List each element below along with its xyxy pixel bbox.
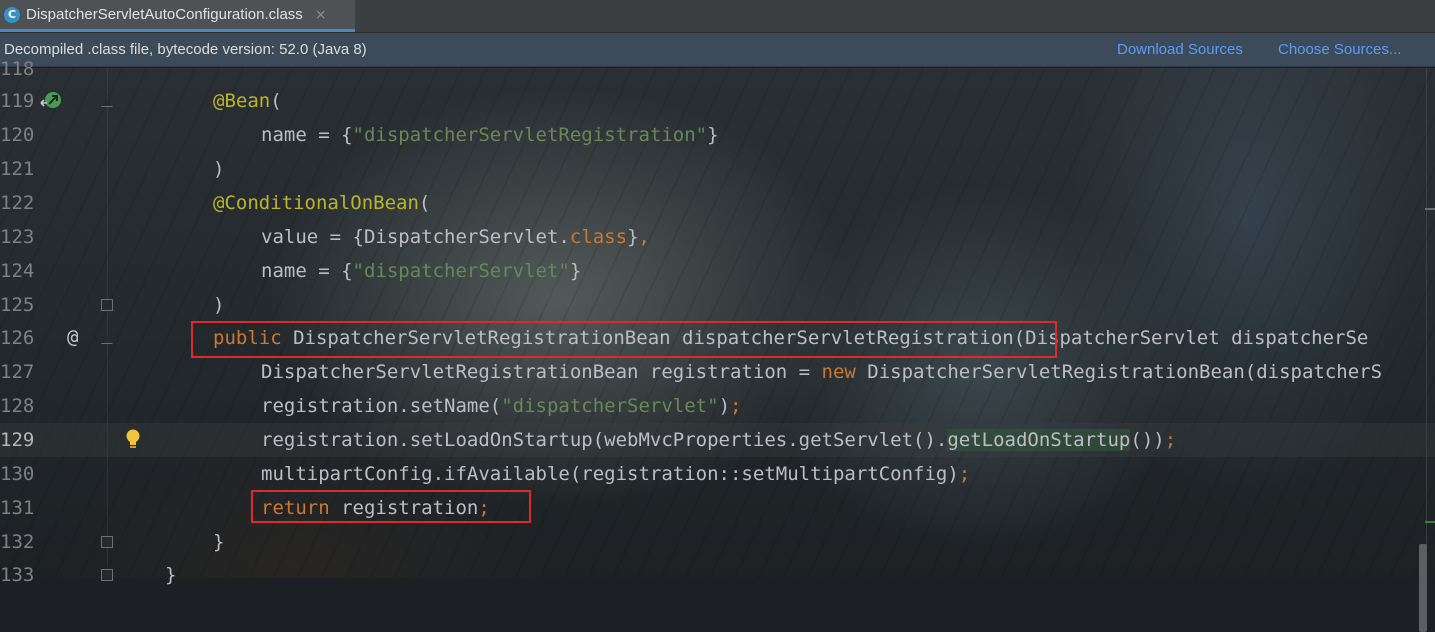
code-text: }: [213, 531, 225, 553]
fold-marker-icon[interactable]: [101, 99, 113, 107]
line-number: 126: [0, 327, 35, 349]
code-line: 130 multipartConfig.ifAvailable(registra…: [0, 457, 1435, 491]
line-number: 119: [0, 90, 35, 112]
code-line: 133 }: [0, 558, 1435, 592]
code-text: ): [213, 294, 225, 316]
code-text: value = {DispatcherServlet.class},: [261, 226, 650, 248]
line-number: 120: [0, 124, 35, 146]
code-line: 123 value = {DispatcherServlet.class},: [0, 220, 1435, 254]
code-editor[interactable]: 118 119 @Bean( 120 name = {"dispatcherSe…: [0, 58, 1435, 632]
fold-marker-icon[interactable]: [101, 569, 113, 581]
code-text: }: [165, 564, 177, 586]
code-text: DispatcherServletRegistrationBean regist…: [261, 361, 1383, 383]
editor-tab-bar: C DispatcherServletAutoConfiguration.cla…: [0, 0, 1435, 33]
line-number: 121: [0, 158, 35, 180]
line-number: 118: [0, 58, 35, 80]
close-icon[interactable]: ×: [315, 7, 327, 23]
code-line: 121 ): [0, 152, 1435, 186]
line-number: 127: [0, 361, 35, 383]
fold-marker-icon[interactable]: [101, 536, 113, 548]
code-text: public DispatcherServletRegistrationBean…: [213, 327, 1369, 349]
code-line: 125 ): [0, 288, 1435, 322]
tab-dispatcher-servlet-auto-configuration[interactable]: C DispatcherServletAutoConfiguration.cla…: [0, 0, 355, 32]
line-number: 129: [0, 429, 35, 451]
code-line: 128 registration.setName("dispatcherServ…: [0, 389, 1435, 423]
lightbulb-icon[interactable]: [124, 428, 142, 450]
code-line: 120 name = {"dispatcherServletRegistrati…: [0, 118, 1435, 152]
line-number: 122: [0, 192, 35, 214]
code-line: 124 name = {"dispatcherServlet"}: [0, 254, 1435, 288]
override-at-icon[interactable]: @: [67, 320, 78, 354]
fold-marker-icon[interactable]: [101, 336, 113, 344]
code-text: ): [213, 158, 225, 180]
code-line: 132 }: [0, 525, 1435, 559]
line-number: 125: [0, 294, 35, 316]
line-number: 130: [0, 463, 35, 485]
code-text: @ConditionalOnBean(: [213, 192, 431, 214]
line-number: 123: [0, 226, 35, 248]
code-line: 131 return registration;: [0, 491, 1435, 525]
bean-navigate-icon[interactable]: [40, 90, 62, 110]
line-number: 124: [0, 260, 35, 282]
code-line: 119 @Bean(: [0, 84, 1435, 118]
fold-marker-icon[interactable]: [101, 299, 113, 311]
code-text: name = {"dispatcherServletRegistration"}: [261, 124, 719, 146]
code-line: 127 DispatcherServletRegistrationBean re…: [0, 355, 1435, 389]
code-text: multipartConfig.ifAvailable(registration…: [261, 463, 971, 485]
code-text: registration.setName("dispatcherServlet"…: [261, 395, 742, 417]
line-number: 128: [0, 395, 35, 417]
code-line: 118: [0, 52, 1435, 86]
tab-label: DispatcherServletAutoConfiguration.class: [26, 6, 303, 23]
code-line: 126 @ public DispatcherServletRegistrati…: [0, 321, 1435, 355]
line-number: 132: [0, 531, 35, 553]
class-file-icon: C: [4, 6, 20, 23]
code-text: @Bean(: [213, 90, 282, 112]
line-number: 131: [0, 497, 35, 519]
code-line: 122 @ConditionalOnBean(: [0, 186, 1435, 220]
line-number: 133: [0, 564, 35, 586]
code-text: registration.setLoadOnStartup(webMvcProp…: [261, 429, 1177, 451]
code-text: return registration;: [261, 497, 490, 519]
code-text: name = {"dispatcherServlet"}: [261, 260, 582, 282]
code-line-current: 129 registration.setLoadOnStartup(webMvc…: [0, 423, 1435, 457]
